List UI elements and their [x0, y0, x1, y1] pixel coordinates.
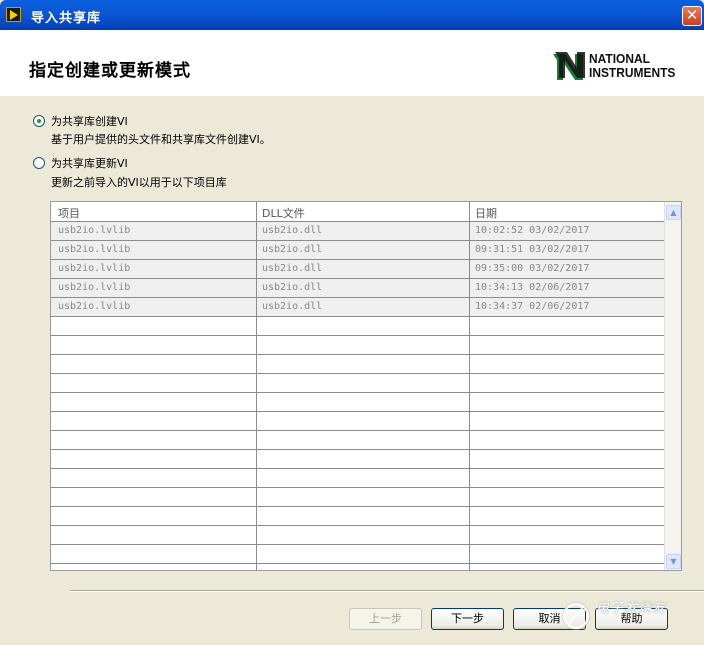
row-separator	[51, 563, 664, 564]
ni-logo-line1: NATIONAL	[589, 51, 650, 66]
scroll-down-icon[interactable]: ▼	[666, 554, 681, 569]
ni-logo-line2: INSTRUMENTS	[589, 65, 676, 80]
column-separator	[469, 202, 470, 570]
watermark-text: 电子发烧友	[596, 601, 667, 616]
row-separator	[51, 278, 664, 279]
option-update-description: 更新之前导入的VI以用于以下项目库	[51, 176, 227, 189]
row-separator	[51, 335, 664, 336]
row-separator	[51, 316, 664, 317]
ni-eagle-icon	[553, 52, 585, 80]
radio-create-vi[interactable]	[33, 115, 45, 127]
cell-project: usb2io.lvlib	[58, 263, 131, 274]
cell-project: usb2io.lvlib	[58, 225, 131, 236]
scroll-up-icon[interactable]: ▲	[666, 205, 681, 220]
column-header-project[interactable]: 项目	[58, 205, 80, 221]
table-scrollbar[interactable]: ▲ ▼	[664, 202, 681, 570]
row-separator	[51, 392, 664, 393]
row-separator	[51, 240, 664, 241]
cell-project: usb2io.lvlib	[58, 301, 131, 312]
back-button[interactable]: 上一步	[349, 608, 422, 630]
row-separator	[51, 430, 664, 431]
ni-logo: NATIONAL INSTRUMENTS	[553, 48, 695, 88]
radio-update-vi[interactable]	[33, 157, 45, 169]
row-separator	[51, 354, 664, 355]
cell-date: 10:34:37 02/06/2017	[475, 301, 590, 312]
cell-dll-file: usb2io.dll	[262, 263, 323, 274]
row-separator	[51, 411, 664, 412]
row-separator	[51, 525, 664, 526]
row-separator	[51, 373, 664, 374]
column-separator	[256, 202, 257, 570]
cell-date: 09:35:00 03/02/2017	[475, 263, 590, 274]
row-separator	[51, 297, 664, 298]
column-header-dll[interactable]: DLL文件	[262, 205, 305, 221]
next-button[interactable]: 下一步	[431, 608, 504, 630]
row-separator	[51, 259, 664, 260]
page-title: 指定创建或更新模式	[29, 61, 191, 81]
row-separator	[51, 221, 664, 222]
row-separator	[51, 487, 664, 488]
cell-date: 09:31:51 03/02/2017	[475, 244, 590, 255]
row-separator	[51, 544, 664, 545]
option-update-label[interactable]: 为共享库更新VI	[51, 155, 128, 171]
wizard-header: 指定创建或更新模式 NATIONAL INSTRUMENTS	[0, 30, 704, 95]
window-title: 导入共享库	[31, 11, 102, 26]
cell-dll-file: usb2io.dll	[262, 225, 323, 236]
close-button[interactable]: ✕	[682, 6, 702, 26]
row-separator	[51, 506, 664, 507]
header-divider	[0, 95, 704, 96]
cell-date: 10:34:13 02/06/2017	[475, 282, 590, 293]
library-table[interactable]: 项目 DLL文件 日期 usb2io.lvlib usb2io.dll 10:02:…	[50, 201, 682, 571]
cell-dll-file: usb2io.dll	[262, 301, 323, 312]
cell-dll-file: usb2io.dll	[262, 244, 323, 255]
option-create-description: 基于用户提供的头文件和共享库文件创建VI。	[51, 133, 271, 146]
close-icon: ✕	[685, 6, 699, 24]
cell-dll-file: usb2io.dll	[262, 282, 323, 293]
option-create-label[interactable]: 为共享库创建VI	[51, 113, 128, 129]
cell-project: usb2io.lvlib	[58, 244, 131, 255]
row-separator	[51, 449, 664, 450]
labview-icon	[6, 7, 21, 22]
cell-project: usb2io.lvlib	[58, 282, 131, 293]
title-bar: 导入共享库 ✕	[0, 0, 704, 30]
cell-date: 10:02:52 03/02/2017	[475, 225, 590, 236]
row-separator	[51, 468, 664, 469]
column-header-date[interactable]: 日期	[475, 205, 497, 221]
